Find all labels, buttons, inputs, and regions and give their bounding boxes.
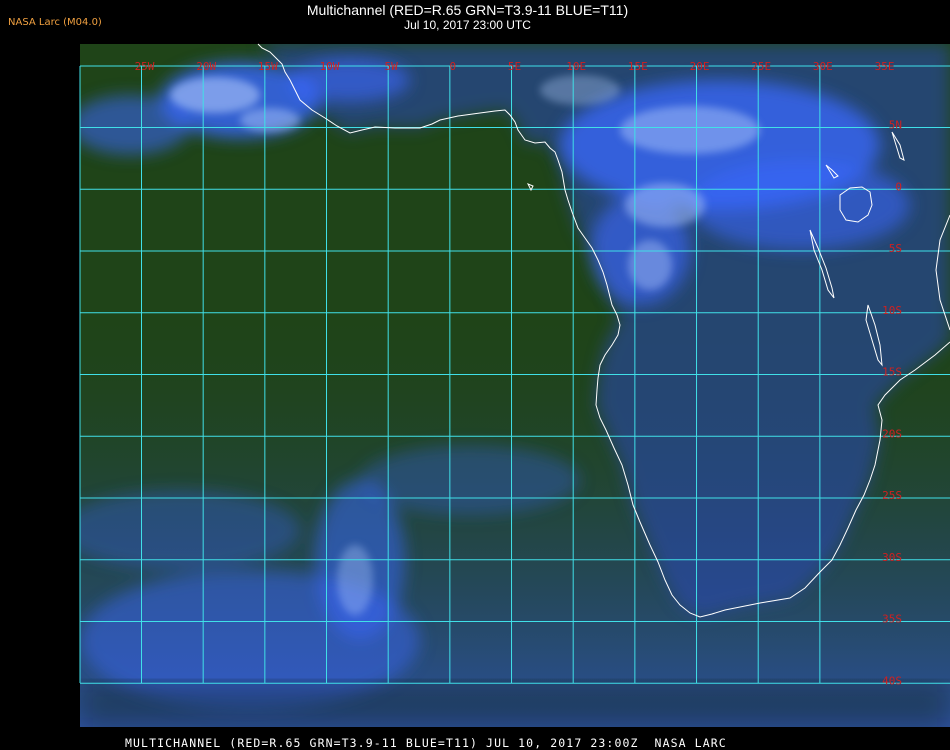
longitude-label: 10E	[566, 60, 586, 73]
longitude-label: 20W	[196, 60, 216, 73]
longitude-label: 15W	[258, 60, 278, 73]
latitude-label: 15S	[882, 366, 902, 379]
latitude-label: 20S	[882, 427, 902, 440]
longitude-label: 25E	[751, 60, 771, 73]
latitude-label: 0	[895, 180, 902, 193]
longitude-label: 0	[450, 60, 457, 73]
satellite-imagery	[80, 44, 950, 727]
latitude-label: 35S	[882, 613, 902, 626]
latitude-label: 25S	[882, 489, 902, 502]
latitude-label: 5N	[889, 119, 902, 132]
longitude-label: 25W	[135, 60, 155, 73]
longitude-label: 35E	[875, 60, 895, 73]
latitude-label: 40S	[882, 674, 902, 687]
satellite-map[interactable]: 25W 20W 15W 10W 5W 0 5E 10E 15E 20E 25E 30E 35E 5N 0 5…	[0, 0, 950, 750]
latitude-label: 5S	[889, 242, 902, 255]
longitude-label: 30E	[813, 60, 833, 73]
longitude-label: 5W	[385, 60, 399, 73]
latitude-label: 30S	[882, 551, 902, 564]
longitude-label: 15E	[628, 60, 648, 73]
longitude-label: 10W	[320, 60, 340, 73]
longitude-label: 20E	[690, 60, 710, 73]
lower-image-fade	[80, 683, 950, 727]
latitude-label: 10S	[882, 304, 902, 317]
longitude-label: 5E	[508, 60, 521, 73]
image-footer-caption: MULTICHANNEL (RED=R.65 GRN=T3.9-11 BLUE=…	[125, 736, 727, 750]
